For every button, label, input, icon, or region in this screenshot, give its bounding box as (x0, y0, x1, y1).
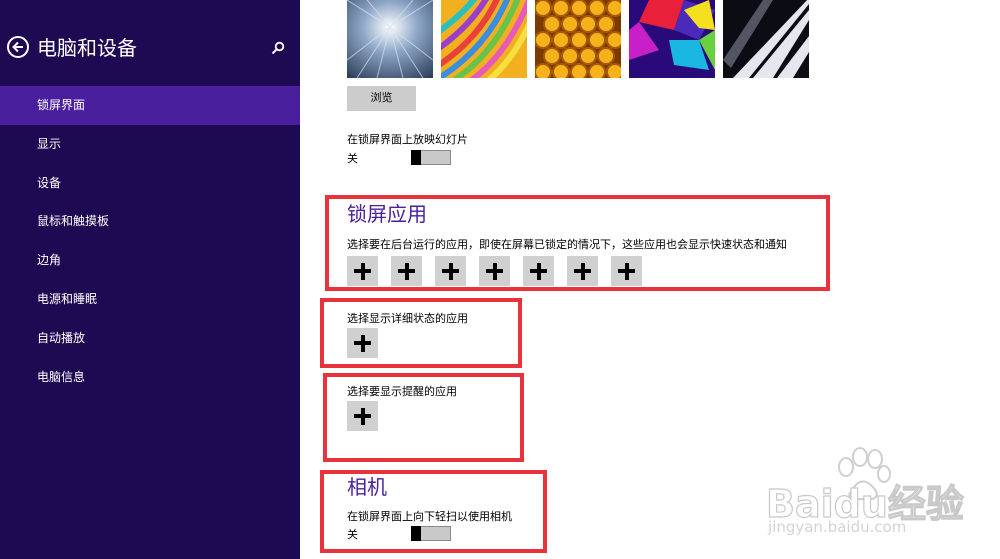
lock-apps-description: 选择要在后台运行的应用，即使在屏幕已锁定的情况下，这些应用也会显示快速状态和通知 (347, 238, 787, 251)
sidebar-item-lock-screen[interactable]: 锁屏界面 (0, 86, 300, 125)
slideshow-state: 关 (347, 152, 358, 165)
background-thumbnail-tunnel[interactable] (347, 0, 433, 78)
sidebar-item-devices[interactable]: 设备 (0, 164, 300, 203)
sidebar-item-pc-info[interactable]: 电脑信息 (0, 358, 300, 397)
background-thumbnail-honeycomb[interactable] (535, 0, 621, 78)
slideshow-toggle[interactable] (411, 150, 451, 165)
browse-button[interactable]: 浏览 (347, 86, 416, 111)
background-thumbnail-color-stripes[interactable] (441, 0, 527, 78)
slideshow-label: 在锁屏界面上放映幻灯片 (347, 133, 468, 146)
add-alarm-app-button[interactable] (347, 401, 378, 431)
add-lock-app-button-6[interactable] (567, 256, 598, 286)
sidebar-item-corners[interactable]: 边角 (0, 241, 300, 280)
add-detailed-status-app-button[interactable] (347, 328, 378, 358)
sidebar-item-autoplay[interactable]: 自动播放 (0, 319, 300, 358)
main-content: 浏览 在锁屏界面上放映幻灯片 关 锁屏应用 选择要在后台运行的应用，即使在屏幕已… (300, 0, 1000, 559)
add-lock-app-button-4[interactable] (479, 256, 510, 286)
add-lock-app-button-2[interactable] (391, 256, 422, 286)
search-icon (271, 41, 285, 55)
add-lock-app-button-5[interactable] (523, 256, 554, 286)
back-arrow-icon (12, 41, 23, 53)
sidebar-item-power-sleep[interactable]: 电源和睡眠 (0, 280, 300, 319)
add-lock-app-button-1[interactable] (347, 256, 378, 286)
camera-swipe-state: 关 (347, 528, 358, 541)
camera-title: 相机 (347, 475, 387, 499)
sidebar-nav: 锁屏界面 显示 设备 鼠标和触摸板 边角 电源和睡眠 自动播放 电脑信息 (0, 86, 300, 396)
search-button[interactable] (271, 40, 285, 55)
toggle-knob (411, 150, 421, 165)
sidebar-item-mouse-touchpad[interactable]: 鼠标和触摸板 (0, 202, 300, 241)
camera-swipe-label: 在锁屏界面上向下轻扫以使用相机 (347, 510, 512, 523)
alarm-app-label: 选择要显示提醒的应用 (347, 385, 457, 398)
camera-swipe-toggle[interactable] (411, 526, 451, 541)
toggle-knob (411, 526, 421, 541)
page-title: 电脑和设备 (37, 36, 137, 60)
add-lock-app-button-3[interactable] (435, 256, 466, 286)
sidebar-item-display[interactable]: 显示 (0, 125, 300, 164)
background-thumbnail-geometric[interactable] (629, 0, 715, 78)
lock-apps-title: 锁屏应用 (347, 202, 427, 226)
background-thumbnail-piano[interactable] (723, 0, 809, 78)
back-button[interactable] (7, 36, 29, 58)
sidebar: 电脑和设备 锁屏界面 显示 设备 鼠标和触摸板 边角 电源和睡眠 自动播放 电脑… (0, 0, 300, 559)
detailed-status-label: 选择显示详细状态的应用 (347, 312, 468, 325)
add-lock-app-button-7[interactable] (611, 256, 642, 286)
